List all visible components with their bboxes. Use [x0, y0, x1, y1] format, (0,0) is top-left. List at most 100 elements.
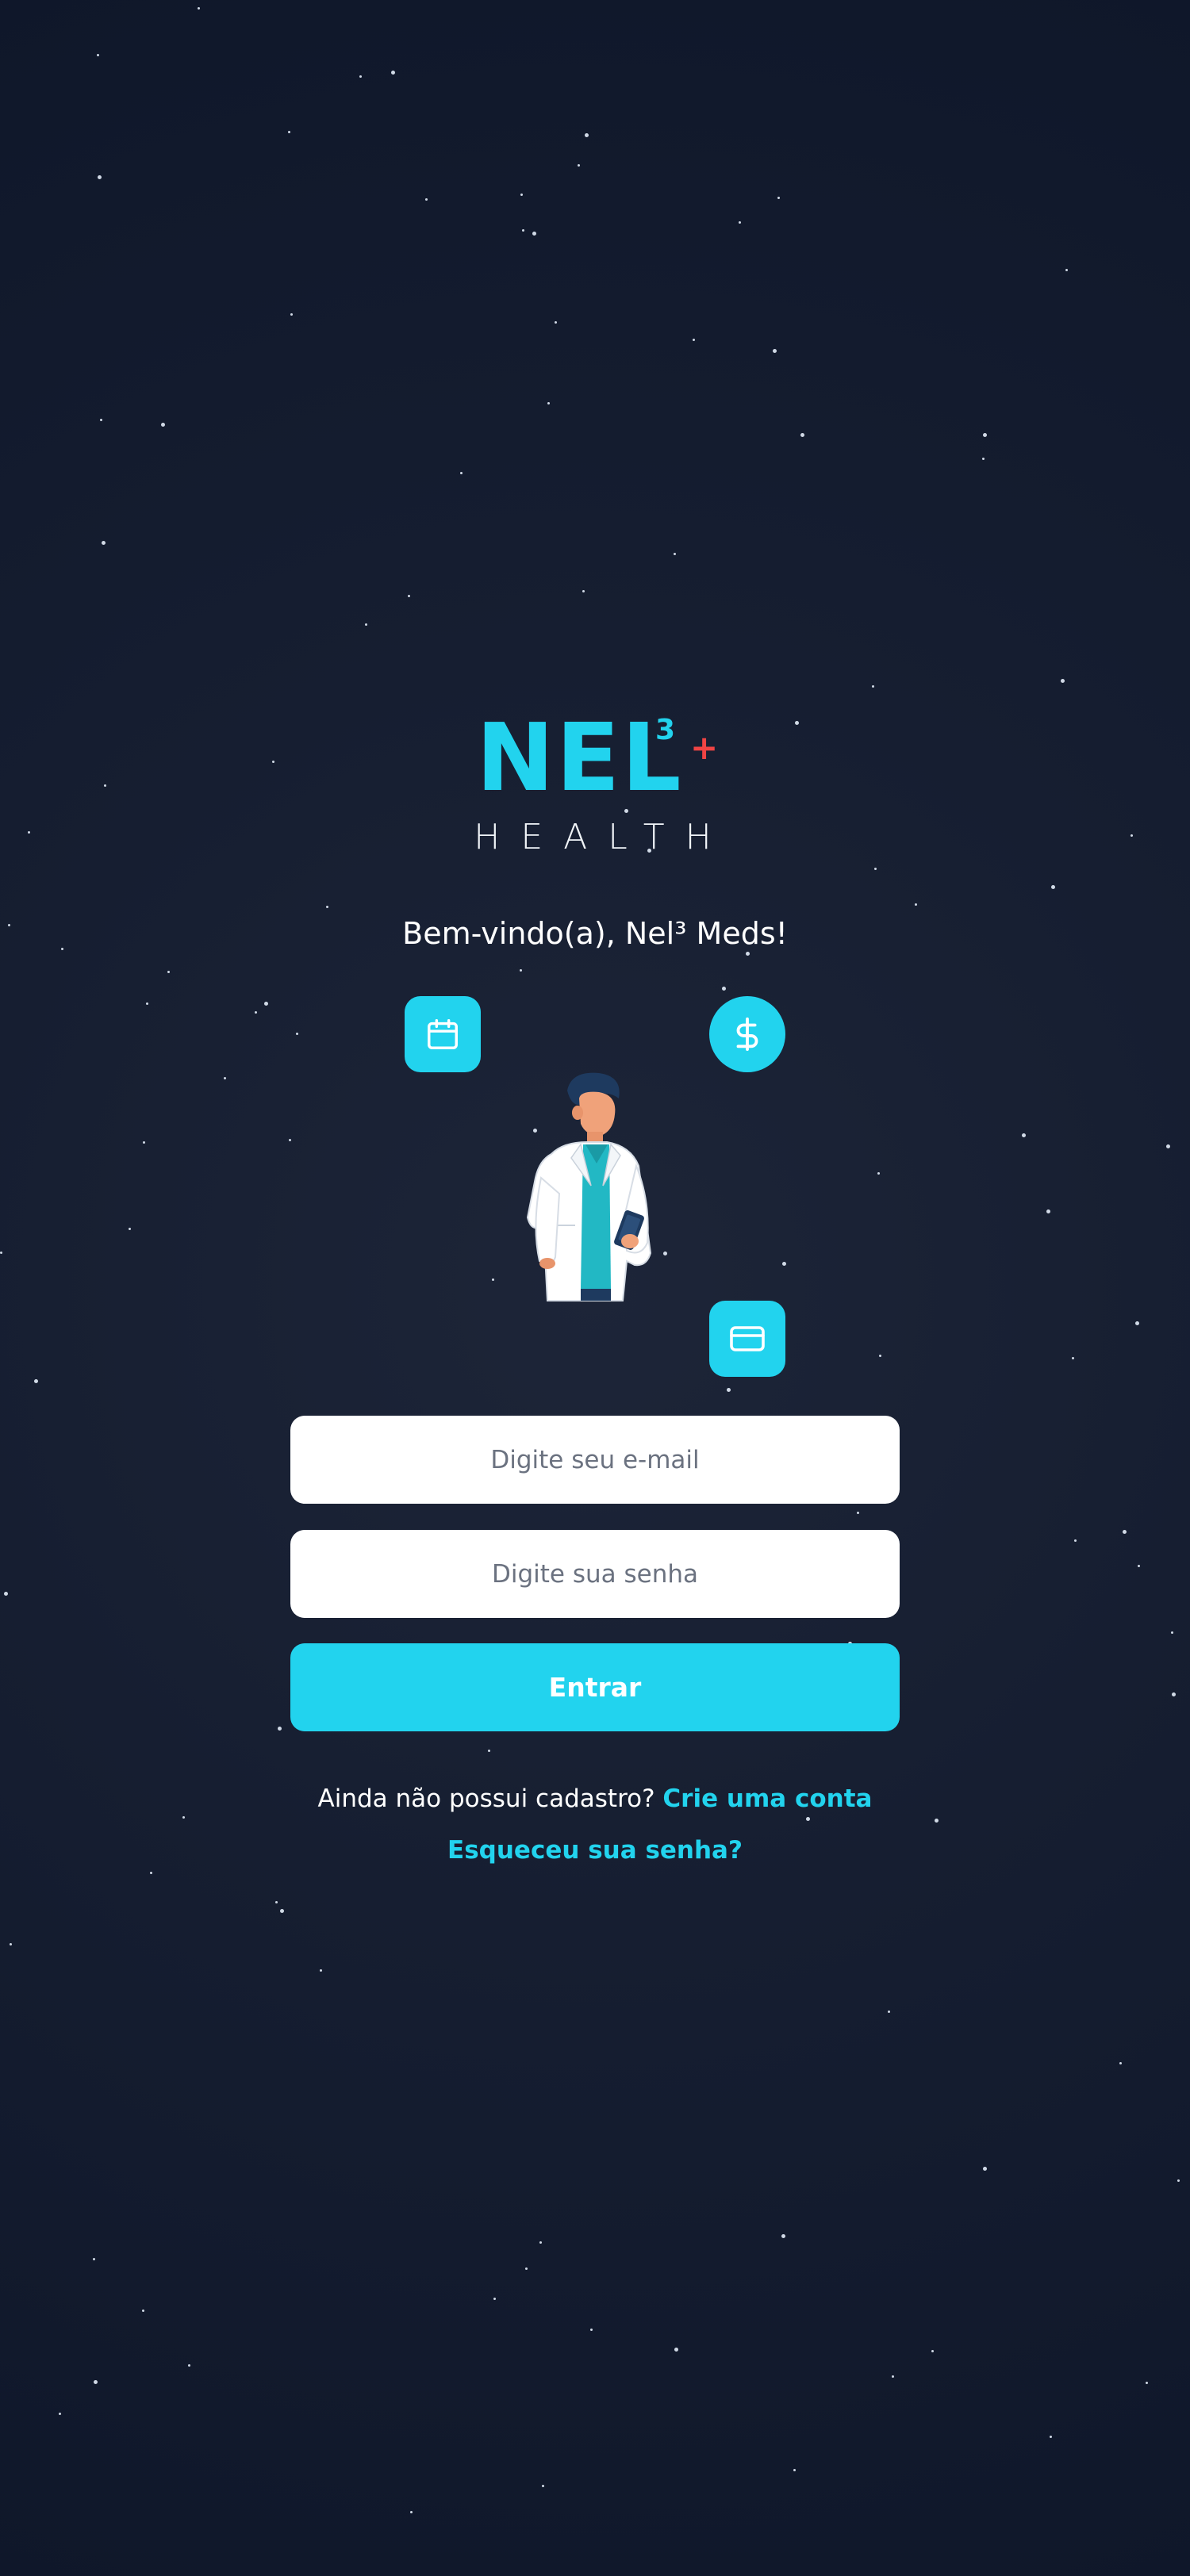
create-account-link[interactable]: Crie uma conta — [662, 1784, 872, 1813]
forgot-password-link[interactable]: Esqueceu sua senha? — [447, 1836, 743, 1865]
star-dot — [806, 1817, 810, 1821]
star-dot — [1123, 1530, 1127, 1534]
star-dot — [793, 2469, 796, 2471]
star-dot — [1177, 2179, 1180, 2182]
star-dot — [532, 232, 536, 236]
star-dot — [1061, 679, 1065, 683]
logo-subtitle: HEALTH — [474, 817, 732, 857]
star-dot — [727, 1388, 731, 1392]
star-dot — [1146, 2382, 1148, 2384]
star-dot — [590, 2329, 593, 2331]
star-dot — [872, 685, 874, 688]
star-dot — [129, 1228, 131, 1230]
star-dot — [410, 2511, 413, 2513]
dollar-icon — [709, 996, 785, 1072]
star-dot — [1135, 1321, 1139, 1325]
star-dot — [182, 1816, 185, 1819]
credit-card-icon — [709, 1301, 785, 1377]
logo-plus-mark: + — [690, 728, 719, 767]
star-dot — [0, 1252, 2, 1254]
star-dot — [983, 433, 987, 437]
welcome-message: Bem-vindo(a), Nel³ Meds! — [402, 916, 788, 951]
star-dot — [1022, 1133, 1026, 1137]
star-dot — [520, 194, 523, 196]
star-dot — [326, 906, 328, 908]
star-dot — [555, 321, 557, 324]
star-dot — [722, 987, 726, 991]
star-dot — [542, 2485, 544, 2487]
star-dot — [255, 1011, 257, 1014]
star-dot — [522, 229, 524, 232]
email-input[interactable] — [290, 1416, 900, 1504]
star-dot — [161, 423, 165, 427]
star-dot — [188, 2364, 190, 2367]
logo-wordmark: NEL — [476, 703, 683, 812]
star-dot — [391, 71, 395, 75]
star-dot — [674, 2348, 678, 2352]
star-dot — [739, 221, 741, 224]
app-logo: NEL 3 + — [0, 706, 1190, 809]
star-dot — [877, 1172, 880, 1175]
star-dot — [1166, 1144, 1170, 1148]
star-dot — [746, 952, 750, 956]
star-dot — [10, 1943, 12, 1945]
star-dot — [693, 339, 695, 341]
star-dot — [425, 198, 428, 201]
star-dot — [585, 133, 589, 137]
star-dot — [983, 2167, 987, 2171]
signup-prompt-text: Ainda não possui cadastro? — [317, 1784, 655, 1813]
star-dot — [280, 1909, 284, 1913]
star-dot — [359, 75, 362, 78]
star-dot — [290, 313, 293, 316]
star-dot — [777, 197, 780, 199]
star-dot — [578, 164, 580, 167]
star-dot — [892, 2375, 894, 2378]
star-dot — [1050, 2436, 1052, 2438]
star-dot — [773, 349, 777, 353]
star-dot — [150, 1872, 152, 1874]
star-dot — [931, 2350, 934, 2352]
star-dot — [935, 1819, 939, 1823]
star-dot — [857, 1512, 859, 1514]
star-dot — [520, 969, 522, 972]
star-dot — [1138, 1565, 1140, 1567]
star-dot — [167, 971, 170, 973]
calendar-icon — [405, 996, 481, 1072]
star-dot — [1171, 1631, 1173, 1634]
star-dot — [1065, 269, 1068, 271]
star-dot — [93, 2258, 95, 2260]
password-input[interactable] — [290, 1530, 900, 1618]
star-dot — [800, 433, 804, 437]
star-dot — [275, 1901, 278, 1903]
star-dot — [982, 458, 985, 460]
star-dot — [288, 131, 290, 133]
star-dot — [1046, 1209, 1050, 1213]
star-dot — [320, 1969, 322, 1972]
star-dot — [102, 541, 106, 545]
star-dot — [146, 1002, 148, 1005]
logo-superscript: 3 — [655, 714, 676, 746]
star-dot — [879, 1355, 881, 1357]
star-dot — [488, 1750, 490, 1752]
star-dot — [289, 1139, 291, 1141]
star-dot — [365, 623, 367, 626]
star-dot — [142, 2310, 144, 2312]
star-dot — [1074, 1539, 1077, 1542]
star-dot — [4, 1592, 8, 1596]
star-dot — [781, 2234, 785, 2238]
star-dot — [143, 1141, 145, 1144]
login-button[interactable]: Entrar — [290, 1643, 900, 1731]
star-dot — [1072, 1357, 1074, 1359]
star-dot — [1172, 1692, 1176, 1696]
star-dot — [525, 2267, 528, 2270]
star-dot — [296, 1033, 298, 1035]
star-dot — [97, 54, 99, 56]
star-dot — [224, 1077, 226, 1079]
star-dot — [100, 419, 102, 421]
star-dot — [782, 1262, 786, 1266]
star-dot — [888, 2011, 890, 2013]
star-dot — [1119, 2062, 1122, 2064]
star-dot — [198, 7, 200, 10]
star-dot — [1051, 885, 1055, 889]
doctor-illustration — [526, 1072, 652, 1301]
